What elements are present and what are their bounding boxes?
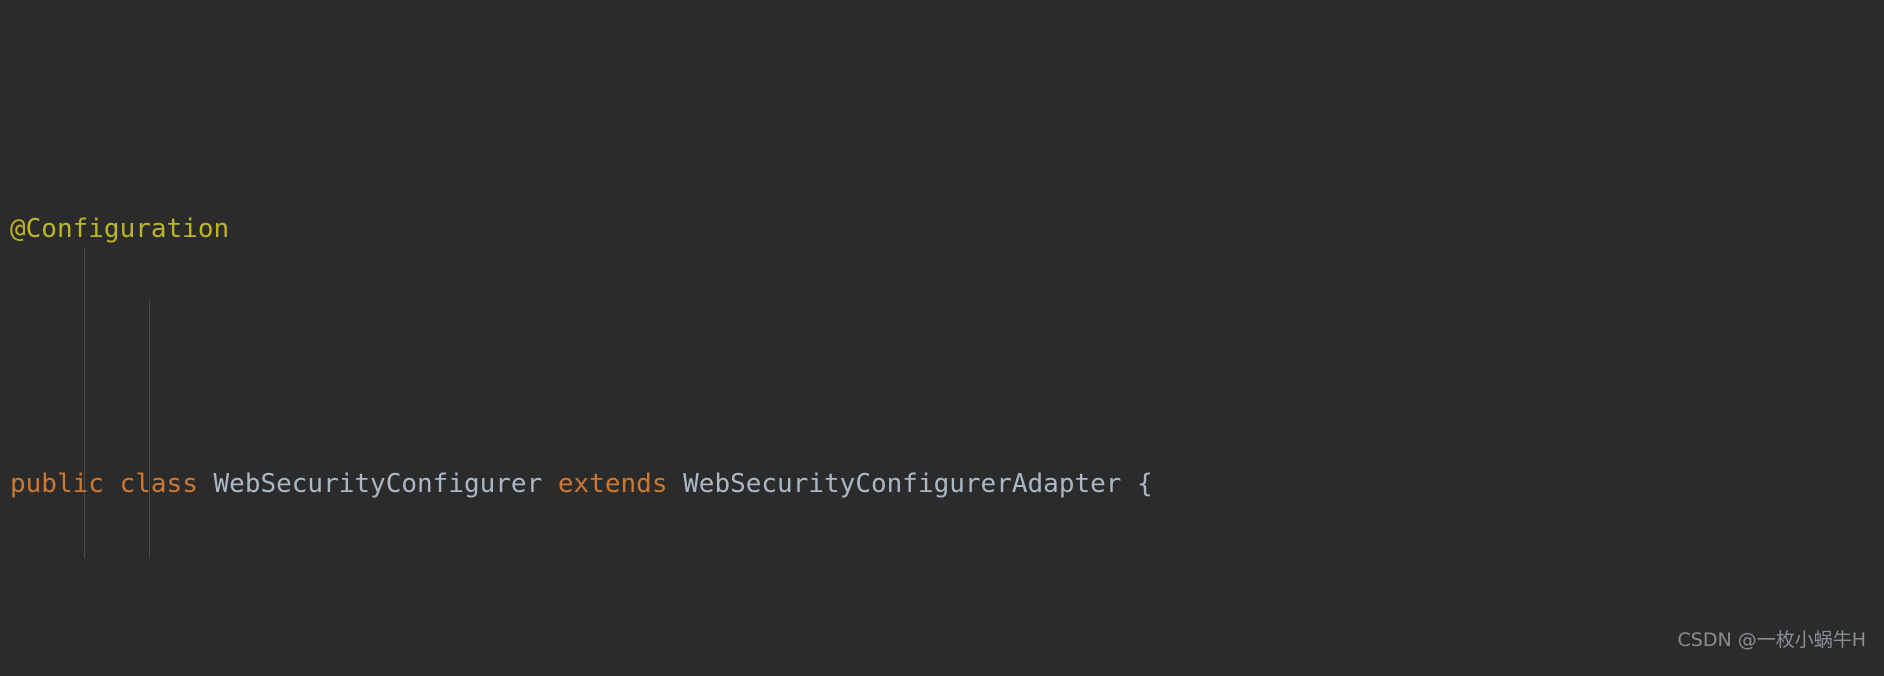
class-name: WebSecurityConfigurer [213, 469, 543, 499]
csdn-watermark: CSDN @一枚小蜗牛H [1677, 629, 1867, 651]
annotation-configuration: @Configuration [10, 214, 230, 244]
code-content[interactable]: @Configuration public class WebSecurityC… [0, 0, 1884, 676]
keyword-extends: extends [557, 469, 668, 499]
code-line-1: @Configuration [0, 204, 1884, 255]
superclass-name: WebSecurityConfigurerAdapter [683, 469, 1122, 499]
code-editor[interactable]: @Configuration public class WebSecurityC… [0, 0, 1884, 676]
open-brace: { [1137, 469, 1153, 499]
code-line-2: public class WebSecurityConfigurer exten… [0, 459, 1884, 510]
keyword-class: class [119, 469, 198, 499]
keyword-public: public [10, 469, 104, 499]
